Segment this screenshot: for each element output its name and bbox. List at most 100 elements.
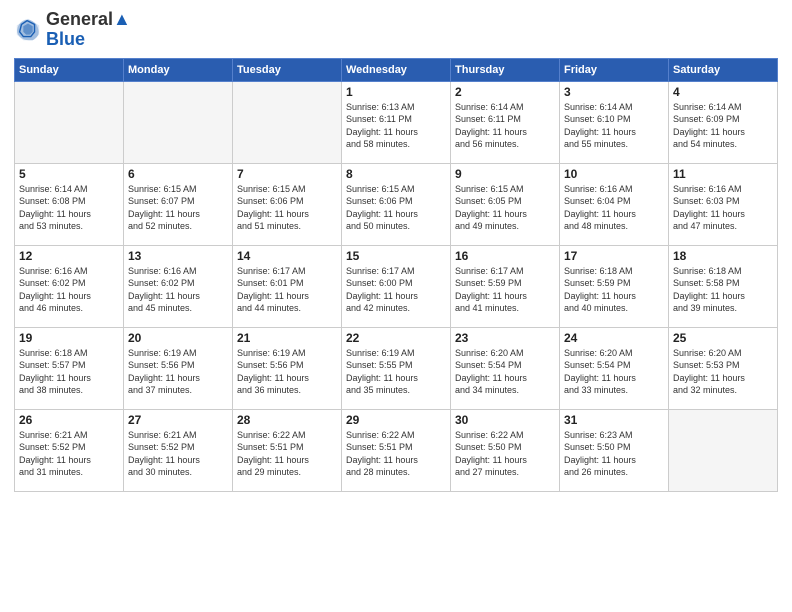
day-info: Sunrise: 6:14 AM Sunset: 6:10 PM Dayligh… bbox=[564, 101, 664, 151]
day-info: Sunrise: 6:15 AM Sunset: 6:07 PM Dayligh… bbox=[128, 183, 228, 233]
day-cell: 14 Sunrise: 6:17 AM Sunset: 6:01 PM Dayli… bbox=[233, 245, 342, 327]
day-number: 28 bbox=[237, 413, 337, 427]
day-cell: 28 Sunrise: 6:22 AM Sunset: 5:51 PM Dayli… bbox=[233, 409, 342, 491]
day-number: 24 bbox=[564, 331, 664, 345]
day-number: 2 bbox=[455, 85, 555, 99]
day-info: Sunrise: 6:14 AM Sunset: 6:08 PM Dayligh… bbox=[19, 183, 119, 233]
day-info: Sunrise: 6:17 AM Sunset: 6:01 PM Dayligh… bbox=[237, 265, 337, 315]
day-info: Sunrise: 6:23 AM Sunset: 5:50 PM Dayligh… bbox=[564, 429, 664, 479]
day-info: Sunrise: 6:17 AM Sunset: 6:00 PM Dayligh… bbox=[346, 265, 446, 315]
day-cell: 27 Sunrise: 6:21 AM Sunset: 5:52 PM Dayli… bbox=[124, 409, 233, 491]
day-number: 27 bbox=[128, 413, 228, 427]
day-cell: 4 Sunrise: 6:14 AM Sunset: 6:09 PM Daylig… bbox=[669, 81, 778, 163]
calendar-body: 1 Sunrise: 6:13 AM Sunset: 6:11 PM Daylig… bbox=[15, 81, 778, 491]
day-cell: 9 Sunrise: 6:15 AM Sunset: 6:05 PM Daylig… bbox=[451, 163, 560, 245]
day-info: Sunrise: 6:18 AM Sunset: 5:57 PM Dayligh… bbox=[19, 347, 119, 397]
day-info: Sunrise: 6:19 AM Sunset: 5:55 PM Dayligh… bbox=[346, 347, 446, 397]
day-info: Sunrise: 6:17 AM Sunset: 5:59 PM Dayligh… bbox=[455, 265, 555, 315]
day-cell bbox=[669, 409, 778, 491]
day-cell: 5 Sunrise: 6:14 AM Sunset: 6:08 PM Daylig… bbox=[15, 163, 124, 245]
column-header-monday: Monday bbox=[124, 58, 233, 81]
day-cell: 7 Sunrise: 6:15 AM Sunset: 6:06 PM Daylig… bbox=[233, 163, 342, 245]
day-cell: 10Sunrise: 6:16 AM Sunset: 6:04 PM Dayli… bbox=[560, 163, 669, 245]
column-header-friday: Friday bbox=[560, 58, 669, 81]
day-number: 8 bbox=[346, 167, 446, 181]
week-row-4: 19 Sunrise: 6:18 AM Sunset: 5:57 PM Dayli… bbox=[15, 327, 778, 409]
day-cell bbox=[233, 81, 342, 163]
day-info: Sunrise: 6:16 AM Sunset: 6:02 PM Dayligh… bbox=[19, 265, 119, 315]
calendar-table: SundayMondayTuesdayWednesdayThursdayFrid… bbox=[14, 58, 778, 492]
day-cell: 26 Sunrise: 6:21 AM Sunset: 5:52 PM Dayli… bbox=[15, 409, 124, 491]
day-info: Sunrise: 6:20 AM Sunset: 5:53 PM Dayligh… bbox=[673, 347, 773, 397]
day-cell: 18Sunrise: 6:18 AM Sunset: 5:58 PM Dayli… bbox=[669, 245, 778, 327]
day-cell bbox=[124, 81, 233, 163]
day-info: Sunrise: 6:15 AM Sunset: 6:05 PM Dayligh… bbox=[455, 183, 555, 233]
day-number: 30 bbox=[455, 413, 555, 427]
day-info: Sunrise: 6:16 AM Sunset: 6:03 PM Dayligh… bbox=[673, 183, 773, 233]
day-info: Sunrise: 6:22 AM Sunset: 5:51 PM Dayligh… bbox=[346, 429, 446, 479]
logo-icon bbox=[14, 16, 42, 44]
day-number: 13 bbox=[128, 249, 228, 263]
day-info: Sunrise: 6:21 AM Sunset: 5:52 PM Dayligh… bbox=[128, 429, 228, 479]
day-cell: 20 Sunrise: 6:19 AM Sunset: 5:56 PM Dayli… bbox=[124, 327, 233, 409]
day-cell: 15 Sunrise: 6:17 AM Sunset: 6:00 PM Dayli… bbox=[342, 245, 451, 327]
logo: General▲ Blue bbox=[14, 10, 131, 50]
day-cell bbox=[15, 81, 124, 163]
day-cell: 21 Sunrise: 6:19 AM Sunset: 5:56 PM Dayli… bbox=[233, 327, 342, 409]
column-header-wednesday: Wednesday bbox=[342, 58, 451, 81]
day-cell: 3 Sunrise: 6:14 AM Sunset: 6:10 PM Daylig… bbox=[560, 81, 669, 163]
column-header-saturday: Saturday bbox=[669, 58, 778, 81]
day-number: 4 bbox=[673, 85, 773, 99]
day-cell: 19 Sunrise: 6:18 AM Sunset: 5:57 PM Dayli… bbox=[15, 327, 124, 409]
day-info: Sunrise: 6:19 AM Sunset: 5:56 PM Dayligh… bbox=[237, 347, 337, 397]
day-number: 31 bbox=[564, 413, 664, 427]
day-cell: 13 Sunrise: 6:16 AM Sunset: 6:02 PM Dayli… bbox=[124, 245, 233, 327]
day-cell: 31 Sunrise: 6:23 AM Sunset: 5:50 PM Dayli… bbox=[560, 409, 669, 491]
day-info: Sunrise: 6:19 AM Sunset: 5:56 PM Dayligh… bbox=[128, 347, 228, 397]
day-number: 14 bbox=[237, 249, 337, 263]
day-info: Sunrise: 6:22 AM Sunset: 5:51 PM Dayligh… bbox=[237, 429, 337, 479]
day-number: 16 bbox=[455, 249, 555, 263]
calendar-header-row: SundayMondayTuesdayWednesdayThursdayFrid… bbox=[15, 58, 778, 81]
day-number: 26 bbox=[19, 413, 119, 427]
day-cell: 29 Sunrise: 6:22 AM Sunset: 5:51 PM Dayli… bbox=[342, 409, 451, 491]
day-info: Sunrise: 6:13 AM Sunset: 6:11 PM Dayligh… bbox=[346, 101, 446, 151]
day-cell: 12Sunrise: 6:16 AM Sunset: 6:02 PM Dayli… bbox=[15, 245, 124, 327]
day-info: Sunrise: 6:21 AM Sunset: 5:52 PM Dayligh… bbox=[19, 429, 119, 479]
day-number: 15 bbox=[346, 249, 446, 263]
day-cell: 23Sunrise: 6:20 AM Sunset: 5:54 PM Dayli… bbox=[451, 327, 560, 409]
day-cell: 16 Sunrise: 6:17 AM Sunset: 5:59 PM Dayli… bbox=[451, 245, 560, 327]
week-row-2: 5 Sunrise: 6:14 AM Sunset: 6:08 PM Daylig… bbox=[15, 163, 778, 245]
day-info: Sunrise: 6:20 AM Sunset: 5:54 PM Dayligh… bbox=[564, 347, 664, 397]
day-number: 10 bbox=[564, 167, 664, 181]
day-info: Sunrise: 6:14 AM Sunset: 6:09 PM Dayligh… bbox=[673, 101, 773, 151]
day-info: Sunrise: 6:16 AM Sunset: 6:02 PM Dayligh… bbox=[128, 265, 228, 315]
day-number: 29 bbox=[346, 413, 446, 427]
page: General▲ Blue SundayMondayTuesdayWednesd… bbox=[0, 0, 792, 612]
day-cell: 11Sunrise: 6:16 AM Sunset: 6:03 PM Dayli… bbox=[669, 163, 778, 245]
day-number: 6 bbox=[128, 167, 228, 181]
day-info: Sunrise: 6:20 AM Sunset: 5:54 PM Dayligh… bbox=[455, 347, 555, 397]
day-number: 17 bbox=[564, 249, 664, 263]
column-header-tuesday: Tuesday bbox=[233, 58, 342, 81]
day-info: Sunrise: 6:15 AM Sunset: 6:06 PM Dayligh… bbox=[237, 183, 337, 233]
day-cell: 25Sunrise: 6:20 AM Sunset: 5:53 PM Dayli… bbox=[669, 327, 778, 409]
week-row-5: 26 Sunrise: 6:21 AM Sunset: 5:52 PM Dayli… bbox=[15, 409, 778, 491]
day-info: Sunrise: 6:22 AM Sunset: 5:50 PM Dayligh… bbox=[455, 429, 555, 479]
day-number: 5 bbox=[19, 167, 119, 181]
day-number: 22 bbox=[346, 331, 446, 345]
day-cell: 1 Sunrise: 6:13 AM Sunset: 6:11 PM Daylig… bbox=[342, 81, 451, 163]
day-number: 19 bbox=[19, 331, 119, 345]
day-cell: 17 Sunrise: 6:18 AM Sunset: 5:59 PM Dayli… bbox=[560, 245, 669, 327]
day-number: 9 bbox=[455, 167, 555, 181]
day-number: 21 bbox=[237, 331, 337, 345]
column-header-thursday: Thursday bbox=[451, 58, 560, 81]
day-number: 1 bbox=[346, 85, 446, 99]
day-number: 3 bbox=[564, 85, 664, 99]
week-row-1: 1 Sunrise: 6:13 AM Sunset: 6:11 PM Daylig… bbox=[15, 81, 778, 163]
day-number: 20 bbox=[128, 331, 228, 345]
header: General▲ Blue bbox=[14, 10, 778, 50]
day-cell: 6 Sunrise: 6:15 AM Sunset: 6:07 PM Daylig… bbox=[124, 163, 233, 245]
day-info: Sunrise: 6:18 AM Sunset: 5:59 PM Dayligh… bbox=[564, 265, 664, 315]
day-number: 7 bbox=[237, 167, 337, 181]
